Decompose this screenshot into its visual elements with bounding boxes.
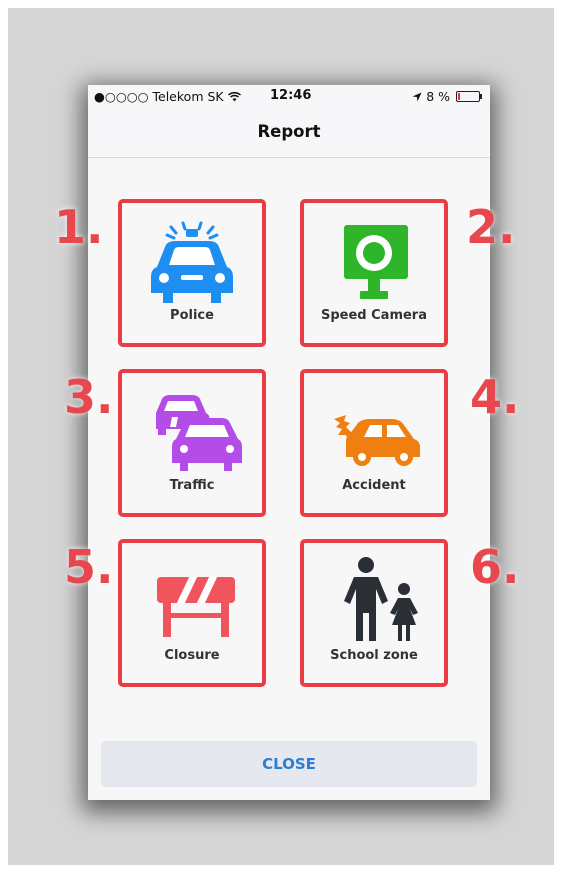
status-right: 8 % (412, 89, 482, 104)
traffic-cars-icon (156, 395, 242, 471)
nav-bar: Report (88, 107, 490, 158)
police-car-icon (151, 221, 233, 303)
annotation-number-2: 2. (466, 200, 516, 254)
close-button[interactable]: CLOSE (101, 741, 477, 787)
battery-icon (456, 91, 482, 102)
page-title: Report (257, 122, 321, 141)
location-arrow-icon (412, 89, 426, 104)
crashed-car-icon (334, 415, 420, 466)
battery-percent: 8 % (426, 89, 451, 104)
tile-label: Traffic (169, 478, 215, 493)
tile-label: Speed Camera (321, 308, 427, 323)
report-tile-closure[interactable]: Closure (118, 539, 266, 687)
road-barrier-icon (157, 577, 235, 637)
report-tile-traffic[interactable]: Traffic (118, 369, 266, 517)
school-children-icon (344, 557, 418, 641)
annotation-number-1: 1. (54, 200, 104, 254)
tile-label: Closure (164, 648, 220, 663)
wifi-icon (227, 89, 241, 104)
annotation-number-5: 5. (64, 540, 114, 594)
carrier-text: ●○○○○ Telekom SK (94, 89, 224, 104)
tile-label: School zone (330, 648, 418, 663)
tile-label: Police (170, 308, 214, 323)
report-tile-speed-camera[interactable]: Speed Camera (300, 199, 448, 347)
status-bar: ●○○○○ Telekom SK 12:46 8 % (88, 85, 490, 107)
report-tile-school-zone[interactable]: School zone (300, 539, 448, 687)
report-tile-police[interactable]: Police (118, 199, 266, 347)
annotation-number-4: 4. (470, 370, 520, 424)
carrier-label: ●○○○○ Telekom SK (94, 89, 241, 104)
annotation-number-3: 3. (64, 370, 114, 424)
phone-screen: ●○○○○ Telekom SK 12:46 8 % Report Police… (88, 85, 490, 800)
annotation-number-6: 6. (470, 540, 520, 594)
tile-label: Accident (342, 478, 406, 493)
speed-camera-icon (344, 225, 408, 299)
clock: 12:46 (270, 88, 312, 103)
report-tile-accident[interactable]: Accident (300, 369, 448, 517)
